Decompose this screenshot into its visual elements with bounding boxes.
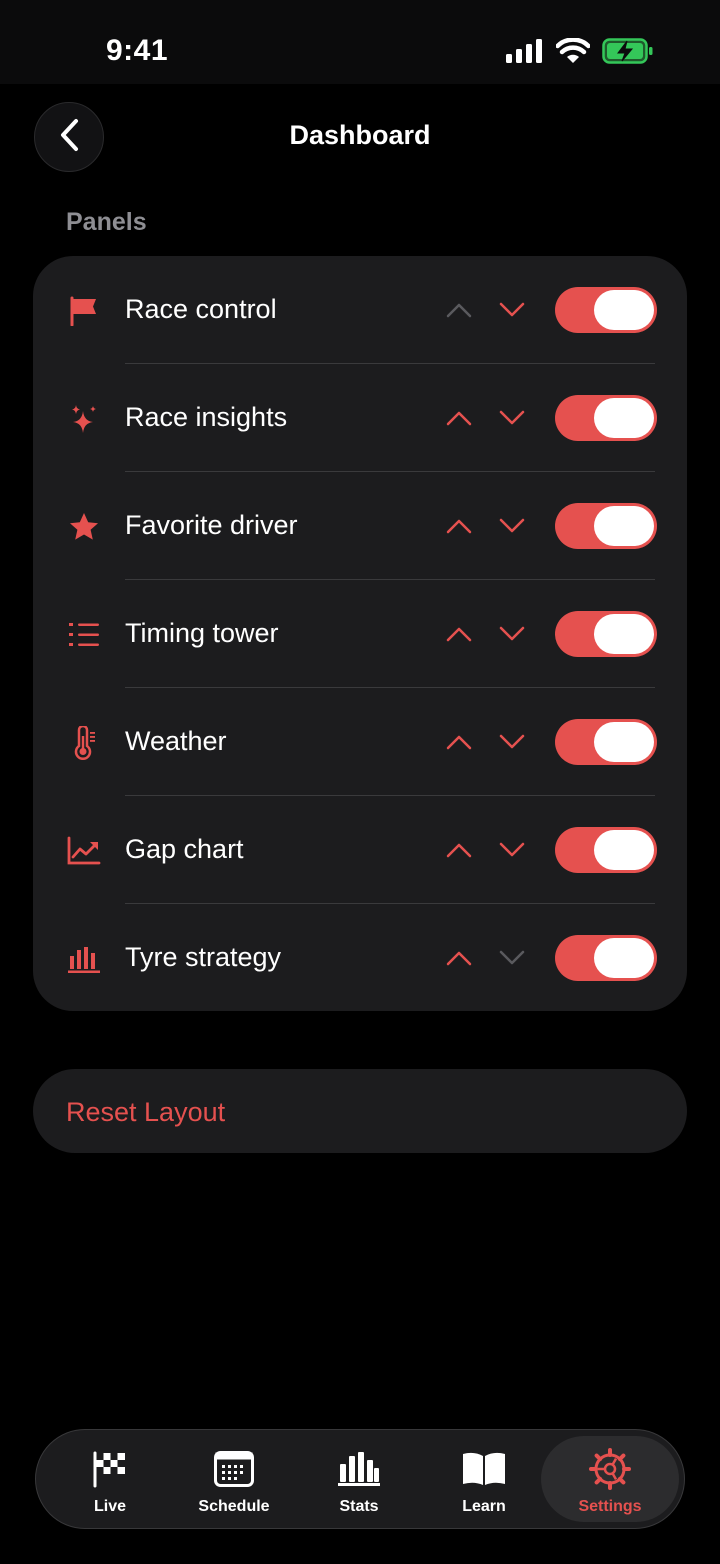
move-up-button[interactable] xyxy=(443,512,475,540)
cellular-signal-icon xyxy=(506,39,544,68)
panel-row-favorite-driver: Favorite driver xyxy=(33,472,687,580)
tab-settings[interactable]: Settings xyxy=(541,1436,679,1522)
section-label-panels: Panels xyxy=(66,208,147,236)
battery-charging-icon xyxy=(602,38,654,69)
calendar-icon xyxy=(214,1448,254,1490)
tab-label: Schedule xyxy=(198,1498,270,1515)
panel-label: Favorite driver xyxy=(125,510,298,540)
toggle-knob xyxy=(594,614,654,654)
panel-label: Race insights xyxy=(125,402,288,432)
panel-toggle[interactable] xyxy=(555,827,657,873)
wifi-icon xyxy=(555,37,591,69)
tab-learn[interactable]: Learn xyxy=(421,1436,547,1522)
book-icon xyxy=(462,1448,506,1490)
panel-label: Tyre strategy xyxy=(125,942,282,972)
tab-label: Stats xyxy=(339,1498,379,1515)
toggle-knob xyxy=(594,722,654,762)
move-down-button[interactable] xyxy=(496,404,528,432)
bar-chart-icon xyxy=(67,942,101,976)
checkered-flag-icon xyxy=(92,1448,128,1490)
move-down-button[interactable] xyxy=(496,512,528,540)
move-down-button[interactable] xyxy=(496,836,528,864)
panel-label: Timing tower xyxy=(125,618,279,648)
panel-toggle[interactable] xyxy=(555,287,657,333)
status-icons xyxy=(506,37,654,69)
panel-row-gap-chart: Gap chart xyxy=(33,796,687,904)
tab-live[interactable]: Live xyxy=(47,1436,173,1522)
reset-layout-button[interactable]: Reset Layout xyxy=(33,1069,687,1153)
move-down-button[interactable] xyxy=(496,728,528,756)
move-down-button[interactable] xyxy=(496,944,528,972)
move-up-button[interactable] xyxy=(443,620,475,648)
toggle-knob xyxy=(594,398,654,438)
tab-label: Settings xyxy=(578,1498,642,1515)
move-up-button[interactable] xyxy=(443,944,475,972)
panel-toggle[interactable] xyxy=(555,719,657,765)
reset-layout-label: Reset Layout xyxy=(66,1097,226,1127)
line-chart-icon xyxy=(67,834,101,868)
move-up-button[interactable] xyxy=(443,296,475,324)
move-up-button[interactable] xyxy=(443,404,475,432)
tab-label: Learn xyxy=(462,1498,506,1515)
panel-row-race-control: Race control xyxy=(33,256,687,364)
numbered-list-icon xyxy=(67,618,101,652)
flag-icon xyxy=(67,294,101,328)
status-time: 9:41 xyxy=(106,34,169,67)
panel-toggle[interactable] xyxy=(555,503,657,549)
tab-label: Live xyxy=(93,1498,126,1515)
gear-icon xyxy=(589,1448,631,1490)
move-down-button[interactable] xyxy=(496,296,528,324)
panel-row-timing-tower: Timing tower xyxy=(33,580,687,688)
tab-stats[interactable]: Stats xyxy=(296,1436,422,1522)
panel-toggle[interactable] xyxy=(555,395,657,441)
status-bar: 9:41 xyxy=(0,0,720,84)
star-icon xyxy=(67,510,101,544)
panel-label: Race control xyxy=(125,294,277,324)
tab-schedule[interactable]: Schedule xyxy=(171,1436,297,1522)
move-up-button[interactable] xyxy=(443,836,475,864)
tab-bar: Live Schedule Stats Learn Settings xyxy=(35,1429,685,1529)
panel-toggle[interactable] xyxy=(555,611,657,657)
toggle-knob xyxy=(594,506,654,546)
thermometer-icon xyxy=(67,726,101,760)
panel-row-weather: Weather xyxy=(33,688,687,796)
panel-row-race-insights: Race insights xyxy=(33,364,687,472)
toggle-knob xyxy=(594,938,654,978)
move-up-button[interactable] xyxy=(443,728,475,756)
panel-toggle[interactable] xyxy=(555,935,657,981)
panel-label: Gap chart xyxy=(125,834,244,864)
sparkles-icon xyxy=(67,402,101,436)
toggle-knob xyxy=(594,830,654,870)
toggle-knob xyxy=(594,290,654,330)
move-down-button[interactable] xyxy=(496,620,528,648)
panel-label: Weather xyxy=(125,726,227,756)
stats-bars-icon xyxy=(338,1448,380,1490)
page-title: Dashboard xyxy=(289,120,431,150)
panels-card: Race control Race insights Favorite driv… xyxy=(33,256,687,1011)
panel-row-tyre-strategy: Tyre strategy xyxy=(33,904,687,1012)
